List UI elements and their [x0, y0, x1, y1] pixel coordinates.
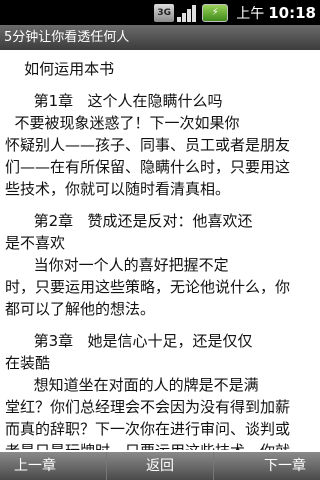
app-title: 5分钟让你看透任何人	[0, 25, 320, 50]
time-period-label: 上午	[236, 5, 265, 22]
text-line: 些技术，你就可以随时看清真相。	[5, 180, 231, 198]
text-line: 而真的辞职？下一次你在进行审问、谈判或	[5, 420, 291, 438]
clock-time: 10:18	[268, 3, 316, 22]
bottom-navigation-bar: 上一章 返回 下一章	[0, 452, 320, 480]
next-chapter-button[interactable]: 下一章	[250, 452, 320, 480]
book-text-content[interactable]: 如何运用本书 第1章 这个人在隐瞒什么吗 不要被现象迷惑了！下一次如果你 怀疑别…	[0, 50, 320, 450]
text-line: 如何运用本书	[5, 60, 115, 78]
text-line: 不要被现象迷惑了！下一次如果你	[5, 114, 240, 132]
divider	[213, 452, 214, 480]
status-bar: 3G ⚡ 上午 10:18	[0, 0, 320, 25]
text-line: 在装酷	[5, 354, 51, 372]
status-icons: 3G ⚡ 上午 10:18	[154, 0, 320, 25]
text-line: 都可以了解他的想法。	[5, 300, 156, 318]
text-line: 时，只要运用这些策略，无论他说什么，你	[5, 278, 291, 296]
text-line: 堂红？你们总经理会不会因为没有得到加薪	[5, 398, 291, 416]
previous-chapter-button[interactable]: 上一章	[0, 452, 70, 480]
text-line: 们——在有所保留、隐瞒什么时，只要用这	[5, 158, 291, 176]
text-line: 第3章 她是信心十足，还是仅仅	[5, 332, 253, 350]
text-line: 第2章 赞成还是反对：他喜欢还	[5, 212, 253, 230]
back-button[interactable]: 返回	[128, 452, 192, 480]
text-line: 者是只是玩牌时，只要运用这些技术，你就	[5, 440, 290, 450]
text-line: 第1章 这个人在隐瞒什么吗	[5, 92, 223, 110]
network-3g-icon: 3G	[154, 3, 175, 22]
text-line: 想知道坐在对面的人的牌是不是满	[5, 376, 259, 394]
battery-charging-icon: ⚡	[202, 3, 229, 22]
text-line: 是不喜欢	[5, 234, 66, 252]
divider	[106, 452, 107, 480]
text-line: 怀疑别人——孩子、同事、员工或者是朋友	[5, 136, 291, 154]
text-line: 当你对一个人的喜好把握不定	[5, 256, 229, 274]
signal-strength-icon	[177, 4, 199, 22]
